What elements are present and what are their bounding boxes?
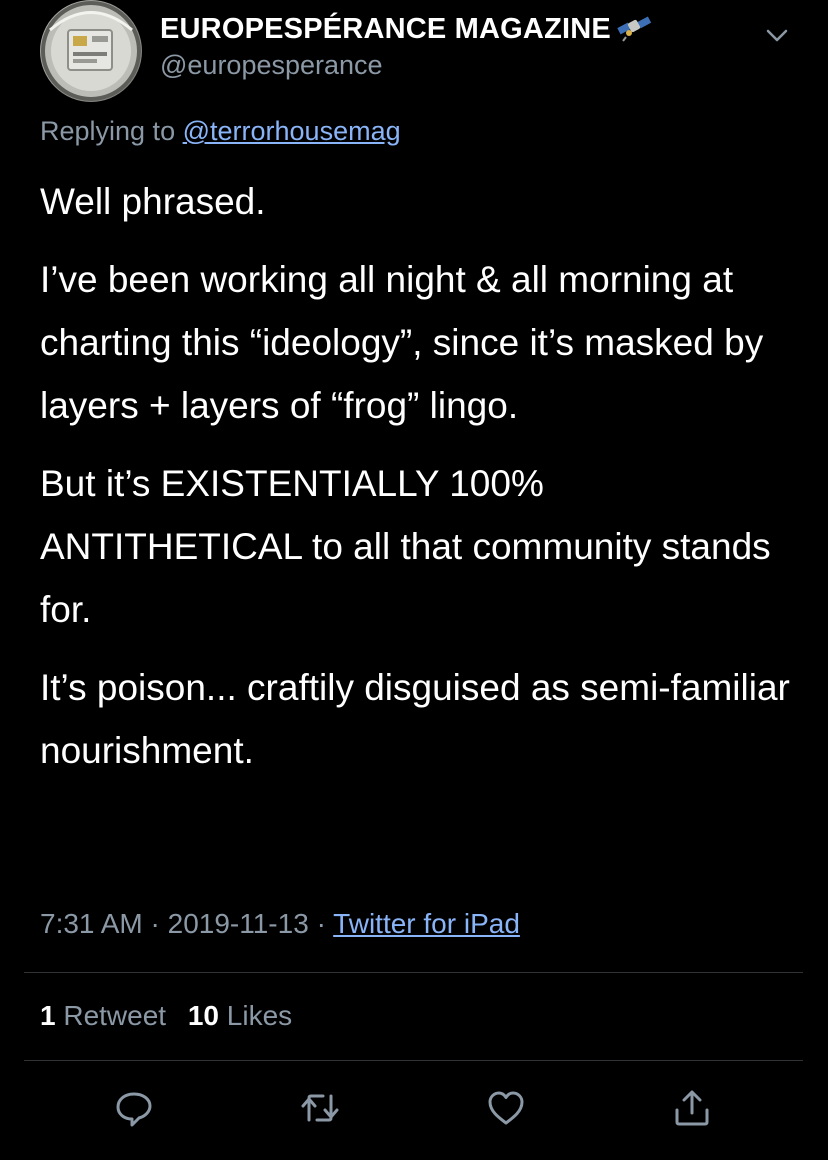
retweet-icon [301, 1094, 339, 1122]
tweet-date: 2019-11-13 [167, 908, 309, 939]
meta-separator: · [150, 908, 160, 939]
tweet-stats: 1 Retweet 10 Likes [40, 1000, 306, 1032]
tweet-paragraph: It’s poison... craftily disguised as sem… [40, 667, 790, 771]
display-name-text: EUROPESPÉRANCE MAGAZINE [160, 13, 611, 45]
retweets-count: 1 [40, 1000, 56, 1031]
tweet-paragraph: I’ve been working all night & all mornin… [40, 259, 764, 426]
retweets-label: Retweet [63, 1000, 167, 1031]
divider [24, 1060, 803, 1061]
share-button[interactable] [670, 1086, 714, 1130]
share-icon [675, 1090, 709, 1126]
likes-count: 10 [187, 1000, 220, 1031]
reply-button[interactable] [112, 1086, 156, 1130]
tweet-meta: 7:31 AM · 2019-11-13 · Twitter for iPad [40, 908, 520, 940]
handle[interactable]: @europesperance [160, 50, 383, 81]
heart-icon [488, 1091, 524, 1125]
tweet-time: 7:31 AM [40, 908, 143, 939]
reply-mention-link[interactable]: @terrorhousemag [183, 116, 401, 146]
meta-separator: · [316, 908, 326, 939]
chevron-down-icon[interactable] [762, 20, 792, 50]
retweet-button[interactable] [298, 1086, 342, 1130]
tweet-text: Well phrased. I’ve been working all nigh… [40, 170, 800, 797]
satellite-icon [617, 12, 652, 50]
likes-stat[interactable]: 10 Likes [188, 1000, 292, 1032]
tweet-paragraph: But it’s EXISTENTIALLY 100% ANTITHETICAL… [40, 463, 771, 630]
likes-label: Likes [226, 1000, 293, 1031]
replying-to-label: Replying to [40, 116, 176, 146]
tweet-source-link[interactable]: Twitter for iPad [333, 908, 520, 939]
display-name[interactable]: EUROPESPÉRANCE MAGAZINE [160, 12, 652, 50]
replying-to: Replying to @terrorhousemag [40, 116, 401, 147]
avatar-image [41, 1, 141, 101]
divider [24, 972, 803, 973]
like-button[interactable] [484, 1086, 528, 1130]
retweets-stat[interactable]: 1 Retweet [40, 1000, 166, 1032]
avatar[interactable] [40, 0, 142, 102]
tweet-header: EUROPESPÉRANCE MAGAZINE @europesperance [40, 0, 800, 110]
tweet-actions [0, 1078, 828, 1138]
reply-icon [116, 1092, 152, 1127]
tweet-paragraph: Well phrased. [40, 181, 266, 222]
